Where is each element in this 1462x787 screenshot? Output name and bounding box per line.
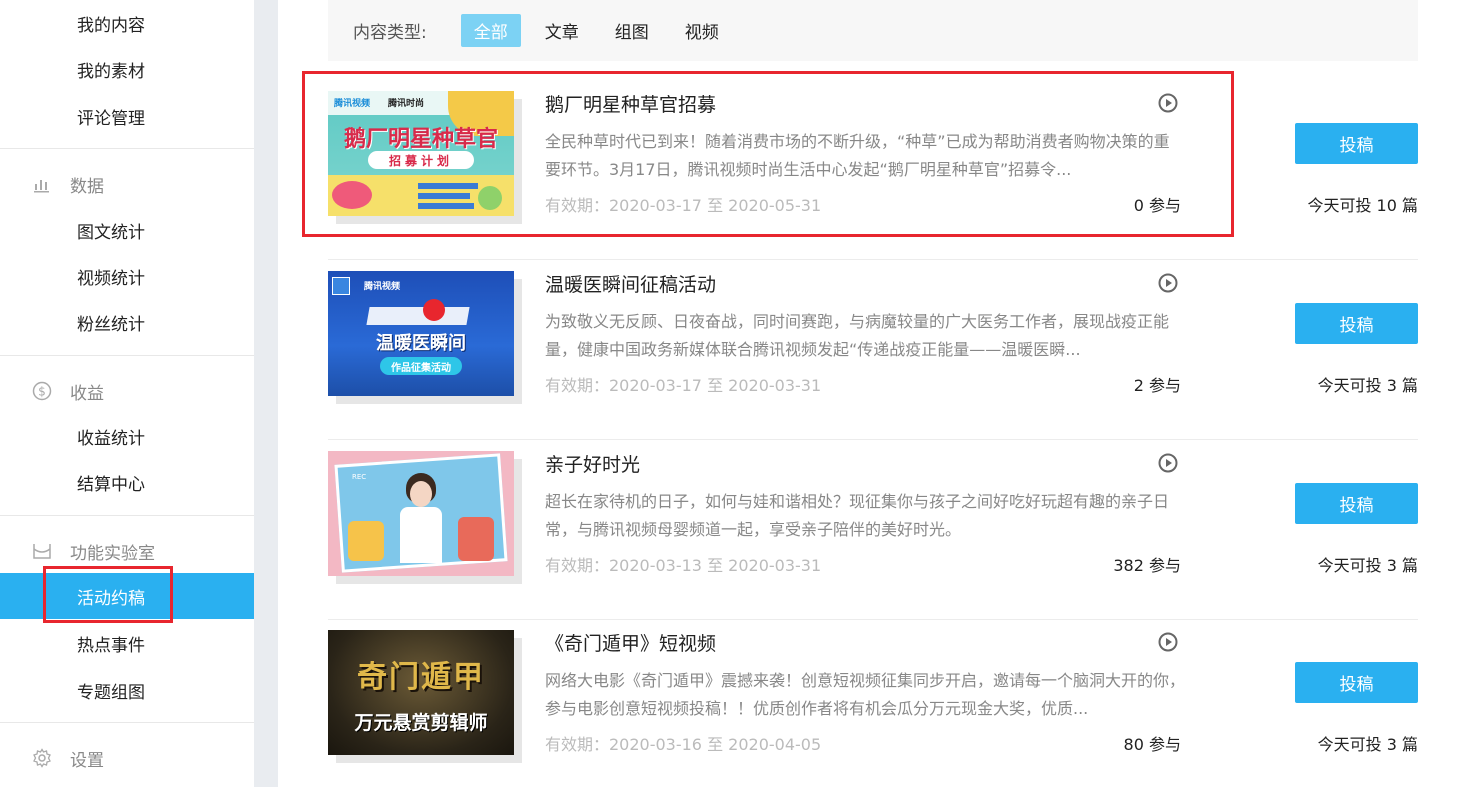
activity-validity: 有效期：2020-03-17 至 2020-03-31 (545, 376, 822, 395)
activity-thumbnail[interactable]: REC (328, 451, 514, 576)
video-type-icon (1158, 453, 1178, 473)
filter-tab-video[interactable]: 视频 (685, 18, 719, 43)
activity-card: 腾讯视频 温暖医瞬间 作品征集活动 温暖医瞬间征稿活动 为致敬义无反顾、日夜奋战… (328, 260, 1418, 440)
thumb-logo: 腾讯时尚 (388, 99, 425, 109)
thumb-logo: 腾讯视频 (334, 99, 371, 109)
activity-card: 奇门遁甲 万元悬赏剪辑师 《奇门遁甲》短视频 网络大电影《奇门遁甲》震撼来袭！创… (328, 619, 1418, 787)
activity-validity: 有效期：2020-03-17 至 2020-05-31 (545, 196, 822, 215)
video-type-icon (1158, 273, 1178, 293)
thumb-title: 奇门遁甲 (357, 660, 485, 695)
sidebar-item-fan-stats[interactable]: 粉丝统计 (0, 299, 254, 345)
sidebar-item-topic-gallery[interactable]: 专题组图 (0, 667, 254, 713)
sidebar-item-comment-management[interactable]: 评论管理 (0, 93, 254, 139)
thumb-title: 鹅厂明星种草官 (343, 127, 498, 152)
filter-label: 内容类型: (353, 23, 427, 43)
sidebar-divider (0, 355, 254, 356)
activity-validity: 有效期：2020-03-16 至 2020-04-05 (545, 735, 822, 754)
sidebar-group-lab[interactable]: 功能实验室 (0, 528, 254, 574)
video-type-icon (1158, 632, 1178, 652)
sidebar-group-income[interactable]: $ 收益 (0, 368, 254, 414)
participant-count: 382 参与 (1113, 556, 1181, 575)
activity-title[interactable]: 《奇门遁甲》短视频 (545, 629, 716, 656)
thumb-logo: 腾讯视频 (364, 282, 401, 292)
sidebar-divider (0, 515, 254, 516)
sidebar-item-my-materials[interactable]: 我的素材 (0, 46, 254, 92)
bar-chart-icon (34, 180, 49, 193)
activity-validity: 有效期：2020-03-13 至 2020-03-31 (545, 556, 822, 575)
video-type-icon (1158, 93, 1178, 113)
activity-title[interactable]: 亲子好时光 (545, 450, 640, 477)
rec-label: REC (352, 473, 367, 481)
daily-quota: 今天可投 10 篇 (1307, 196, 1418, 215)
thumb-subtitle: 招募计划 (388, 154, 453, 168)
filter-tab-article[interactable]: 文章 (545, 18, 579, 43)
submit-button[interactable]: 投稿 (1295, 662, 1418, 703)
sidebar-divider (0, 722, 254, 723)
activity-card: 腾讯视频 腾讯时尚 鹅厂明星种草官 招募计划 鹅厂明星种草官招募 全民种草时代已… (328, 80, 1418, 260)
sidebar-item-settlement-center[interactable]: 结算中心 (0, 459, 254, 505)
participant-count: 80 参与 (1123, 735, 1181, 754)
dollar-circle-icon: $ (32, 381, 52, 401)
activity-description: 为致敬义无反顾、日夜奋战，同时间赛跑，与病魔较量的广大医务工作者，展现战疫正能量… (545, 312, 1170, 359)
activity-description: 全民种草时代已到来！随着消费市场的不断升级，“种草”已成为帮助消费者购物决策的重… (545, 132, 1170, 179)
content-type-filter: 内容类型: 全部 文章 组图 视频 (328, 0, 1418, 61)
filter-tab-gallery[interactable]: 组图 (615, 18, 649, 43)
sidebar: 我的内容 我的素材 评论管理 数据 图文统计 视频统计 粉丝统计 $ 收益 收益… (0, 0, 254, 787)
activity-thumbnail[interactable]: 奇门遁甲 万元悬赏剪辑师 (328, 630, 514, 755)
participant-count: 2 参与 (1133, 376, 1181, 395)
activity-title[interactable]: 温暖医瞬间征稿活动 (545, 270, 716, 297)
sidebar-item-income-stats[interactable]: 收益统计 (0, 413, 254, 459)
daily-quota: 今天可投 3 篇 (1317, 556, 1418, 575)
sidebar-group-settings[interactable]: 设置 (0, 735, 254, 781)
submit-button[interactable]: 投稿 (1295, 303, 1418, 344)
activity-thumbnail[interactable]: 腾讯视频 温暖医瞬间 作品征集活动 (328, 271, 514, 396)
sidebar-divider (0, 148, 254, 149)
thumb-subtitle: 作品征集活动 (391, 363, 451, 374)
daily-quota: 今天可投 3 篇 (1317, 376, 1418, 395)
submit-button[interactable]: 投稿 (1295, 483, 1418, 524)
daily-quota: 今天可投 3 篇 (1317, 735, 1418, 754)
filter-tab-all[interactable]: 全部 (460, 14, 521, 47)
sidebar-item-hot-events[interactable]: 热点事件 (0, 620, 254, 666)
svg-text:$: $ (38, 385, 46, 399)
activity-description: 超长在家待机的日子，如何与娃和谐相处？现征集你与孩子之间好吃好玩超有趣的亲子日常… (545, 492, 1170, 539)
activity-card: REC 亲子好时光 超长在家待机的日子，如何与娃和谐相处？现征集你与孩子之间好吃… (328, 440, 1418, 620)
activity-thumbnail[interactable]: 腾讯视频 腾讯时尚 鹅厂明星种草官 招募计划 (328, 91, 514, 216)
activity-description: 网络大电影《奇门遁甲》震撼来袭！创意短视频征集同步开启，邀请每一个脑洞大开的你，… (545, 671, 1185, 718)
sidebar-group-data[interactable]: 数据 (0, 161, 254, 207)
sidebar-item-article-stats[interactable]: 图文统计 (0, 207, 254, 253)
participant-count: 0 参与 (1133, 196, 1181, 215)
thumb-subtitle: 万元悬赏剪辑师 (354, 712, 488, 734)
activity-title[interactable]: 鹅厂明星种草官招募 (545, 90, 716, 117)
sidebar-item-my-content[interactable]: 我的内容 (0, 0, 254, 46)
sidebar-item-video-stats[interactable]: 视频统计 (0, 253, 254, 299)
thumb-title: 温暖医瞬间 (376, 333, 466, 354)
submit-button[interactable]: 投稿 (1295, 123, 1418, 164)
lab-icon (33, 544, 51, 559)
sidebar-gutter (254, 0, 278, 787)
gear-icon (33, 748, 51, 768)
sidebar-item-activity-submission[interactable]: 活动约稿 (0, 573, 254, 619)
